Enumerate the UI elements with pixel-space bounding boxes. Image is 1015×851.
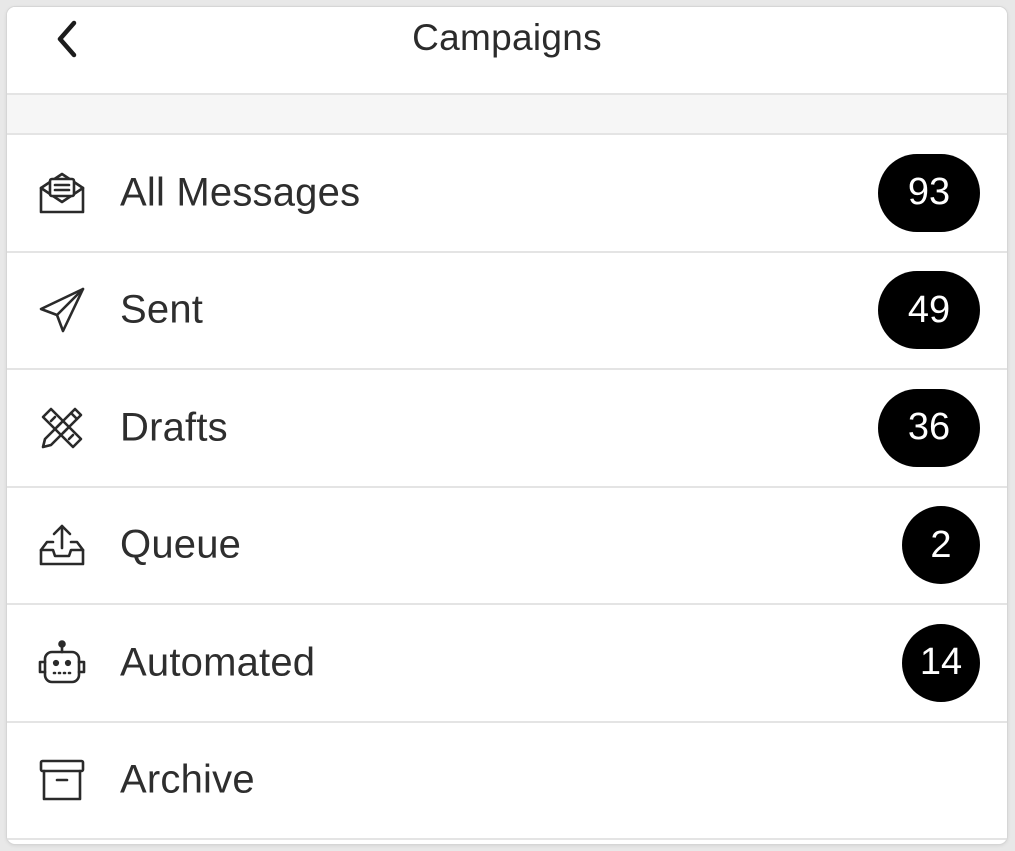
count-badge: 2 xyxy=(902,506,980,585)
count-badge: 93 xyxy=(878,153,980,232)
folder-item-label: Sent xyxy=(120,287,204,332)
section-spacer xyxy=(7,95,1007,135)
folder-item-archive[interactable]: Archive xyxy=(7,722,1007,840)
envelope-open-icon xyxy=(36,167,88,219)
campaign-folder-list: All Messages 93 Sent 49 Drafts 36 Queue … xyxy=(7,135,1007,840)
folder-item-label: Automated xyxy=(120,640,316,685)
folder-item-label: All Messages xyxy=(120,170,361,215)
folder-item-sent[interactable]: Sent 49 xyxy=(7,252,1007,370)
count-badge: 14 xyxy=(902,623,980,702)
count-badge: 49 xyxy=(878,271,980,350)
page-title: Campaigns xyxy=(412,17,602,58)
folder-item-drafts[interactable]: Drafts 36 xyxy=(7,370,1007,488)
folder-item-label: Archive xyxy=(120,757,255,802)
header-bar: Campaigns xyxy=(7,7,1007,95)
folder-item-label: Drafts xyxy=(120,405,228,450)
folder-item-queue[interactable]: Queue 2 xyxy=(7,487,1007,605)
folder-item-all-messages[interactable]: All Messages 93 xyxy=(7,135,1007,253)
campaigns-panel: Campaigns All Messages 93 Sent 49 Drafts… xyxy=(7,7,1007,844)
folder-item-label: Queue xyxy=(120,522,242,567)
archive-box-icon xyxy=(36,754,88,806)
paper-plane-icon xyxy=(36,284,88,336)
folder-item-automated[interactable]: Automated 14 xyxy=(7,605,1007,723)
count-badge: 36 xyxy=(878,388,980,467)
pencil-ruler-icon xyxy=(36,402,88,454)
robot-icon xyxy=(36,637,88,689)
tray-upload-icon xyxy=(36,519,88,571)
